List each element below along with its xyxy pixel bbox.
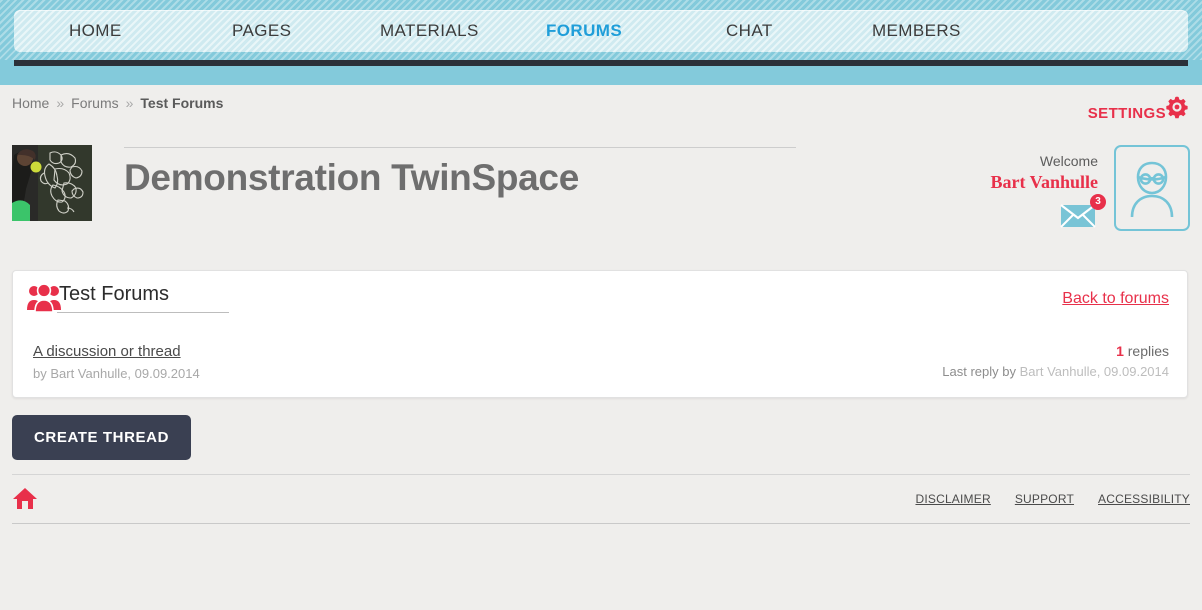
breadcrumb-separator-2: » bbox=[125, 95, 134, 111]
breadcrumb: Home » Forums » Test Forums bbox=[12, 95, 223, 111]
nav-item-members[interactable]: MEMBERS bbox=[872, 21, 961, 41]
messages-button[interactable]: 3 bbox=[1060, 194, 1106, 233]
breadcrumb-forums[interactable]: Forums bbox=[71, 95, 118, 111]
thread-info: A discussion or thread by Bart Vanhulle,… bbox=[33, 343, 200, 381]
house-icon[interactable] bbox=[12, 487, 38, 516]
replies-line: 1 replies bbox=[942, 343, 1169, 359]
nav-item-chat[interactable]: CHAT bbox=[726, 21, 773, 41]
main-navigation: HOME PAGES MATERIALS FORUMS CHAT MEMBERS bbox=[0, 0, 1202, 66]
breadcrumb-separator-1: » bbox=[56, 95, 65, 111]
settings-button[interactable]: SETTINGS bbox=[1087, 96, 1190, 125]
messages-badge: 3 bbox=[1090, 194, 1106, 210]
breadcrumb-current: Test Forums bbox=[140, 95, 224, 111]
nav-item-forums[interactable]: FORUMS bbox=[546, 21, 622, 41]
footer-link-support[interactable]: SUPPORT bbox=[1015, 492, 1074, 506]
group-people-icon bbox=[27, 283, 61, 318]
welcome-text: Welcome Bart Vanhulle 3 bbox=[990, 145, 1106, 233]
nav-item-home[interactable]: HOME bbox=[69, 21, 122, 41]
user-name: Bart Vanhulle bbox=[990, 172, 1098, 192]
replies-count: 1 bbox=[1116, 343, 1124, 359]
thread-meta: by Bart Vanhulle, 09.09.2014 bbox=[33, 366, 200, 381]
footer-link-disclaimer[interactable]: DISCLAIMER bbox=[915, 492, 990, 506]
welcome-label: Welcome bbox=[1039, 153, 1098, 169]
title-divider bbox=[124, 147, 796, 148]
footer-link-accessibility[interactable]: ACCESSIBILITY bbox=[1098, 492, 1190, 506]
page-title: Demonstration TwinSpace bbox=[124, 157, 579, 198]
replies-label: replies bbox=[1127, 343, 1169, 359]
thread-stats: 1 replies Last reply by Bart Vanhulle, 0… bbox=[942, 343, 1169, 379]
forum-name: Test Forums bbox=[57, 283, 230, 313]
page-footer: DISCLAIMER SUPPORT ACCESSIBILITY bbox=[12, 474, 1190, 524]
footer-links: DISCLAIMER SUPPORT ACCESSIBILITY bbox=[915, 492, 1190, 506]
nav-item-materials[interactable]: MATERIALS bbox=[380, 21, 479, 41]
chalkboard-europe-map-image bbox=[12, 145, 92, 221]
nav-inner-panel: HOME PAGES MATERIALS FORUMS CHAT MEMBERS bbox=[14, 10, 1188, 52]
forum-panel-header: Test Forums bbox=[23, 283, 230, 313]
space-title-wrap: Demonstration TwinSpace bbox=[124, 147, 796, 199]
last-reply-prefix: Last reply by bbox=[942, 364, 1016, 379]
breadcrumb-home[interactable]: Home bbox=[12, 95, 49, 111]
gear-icon[interactable] bbox=[1164, 94, 1190, 125]
settings-label: SETTINGS bbox=[1087, 105, 1166, 122]
user-welcome-block: Welcome Bart Vanhulle 3 bbox=[990, 145, 1190, 233]
table-row: A discussion or thread by Bart Vanhulle,… bbox=[33, 343, 1169, 381]
create-thread-button[interactable]: CREATE THREAD bbox=[12, 415, 192, 460]
page-content: Home » Forums » Test Forums SETTINGS Demon… bbox=[0, 85, 1202, 525]
nav-dark-underline bbox=[14, 60, 1188, 66]
last-reply-author: Bart Vanhulle, 09.09.2014 bbox=[1019, 364, 1169, 379]
nav-item-pages[interactable]: PAGES bbox=[232, 21, 291, 41]
forum-panel: Test Forums Back to forums A discussion … bbox=[12, 270, 1188, 398]
space-thumbnail bbox=[12, 145, 92, 221]
thread-title-link[interactable]: A discussion or thread bbox=[33, 343, 181, 360]
last-reply-line: Last reply by Bart Vanhulle, 09.09.2014 bbox=[942, 364, 1169, 379]
back-to-forums-link[interactable]: Back to forums bbox=[1062, 290, 1169, 308]
user-avatar-icon bbox=[1130, 161, 1174, 218]
avatar[interactable] bbox=[1114, 145, 1190, 231]
space-header: Demonstration TwinSpace bbox=[12, 145, 796, 221]
